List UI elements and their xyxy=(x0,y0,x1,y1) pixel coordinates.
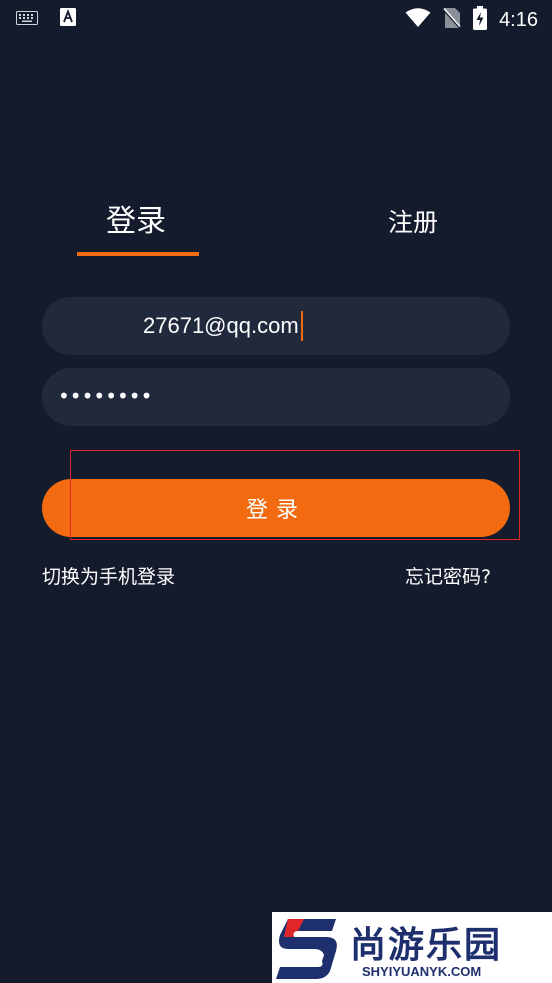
status-time: 4:16 xyxy=(499,8,538,31)
email-value: 27671@qq.com xyxy=(143,313,299,338)
forgot-password-link[interactable]: 忘记密码? xyxy=(405,562,491,589)
text-cursor xyxy=(300,311,303,341)
status-bar: 4:16 xyxy=(0,0,552,38)
login-screen: 4:16 登录 注册 27671@qq.com •••••••• 登录 切换为手… xyxy=(0,0,552,983)
battery-charging-icon xyxy=(473,6,488,34)
watermark: 尚游乐园 SHYIYUANYK.COM xyxy=(272,912,552,983)
text-a-icon xyxy=(60,8,76,30)
no-sim-icon xyxy=(442,7,462,33)
highlight-annotation-box xyxy=(70,450,520,540)
watermark-logo-text: 尚游乐园 xyxy=(350,925,503,966)
watermark-logo-icon xyxy=(276,919,337,979)
tab-register[interactable]: 注册 xyxy=(388,203,438,239)
keyboard-icon xyxy=(16,10,38,29)
watermark-url: SHYIYUANYK.COM xyxy=(362,964,482,979)
password-masked-value: •••••••• xyxy=(58,384,153,408)
password-field[interactable]: •••••••• xyxy=(42,368,510,426)
switch-phone-login-link[interactable]: 切换为手机登录 xyxy=(42,562,175,589)
wifi-icon xyxy=(405,8,431,32)
active-tab-indicator xyxy=(77,252,199,256)
tab-login[interactable]: 登录 xyxy=(106,196,166,240)
email-field[interactable]: 27671@qq.com xyxy=(42,297,510,355)
